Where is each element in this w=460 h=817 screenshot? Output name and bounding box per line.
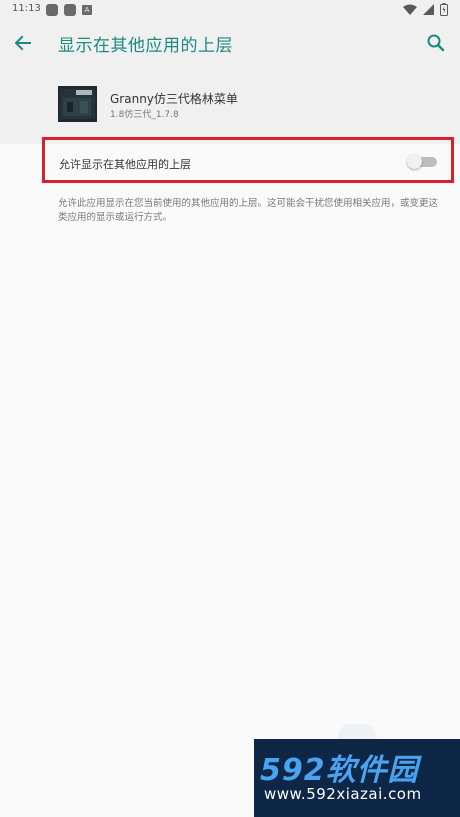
- description-text: 允许此应用显示在您当前使用的其他应用的上层。这可能会干扰您使用相关应用，或变更这…: [58, 198, 439, 223]
- notification-app-icon: [46, 4, 58, 16]
- battery-icon: [440, 3, 448, 16]
- allow-overlay-toggle-row[interactable]: 允许显示在其他应用的上层: [42, 137, 454, 183]
- switch-thumb: [407, 154, 422, 169]
- notification-app-icon: [64, 4, 76, 16]
- screen: 11:13 A 显示在其他应用的上层 Granny仿三代格林菜单 1.8仿三代_…: [0, 0, 460, 817]
- system-icons: [403, 3, 448, 16]
- wifi-icon: [403, 4, 417, 15]
- app-icon: [58, 86, 97, 122]
- status-bar: 11:13 A: [0, 0, 460, 20]
- header-block: 显示在其他应用的上层 Granny仿三代格林菜单 1.8仿三代_1.7.8: [0, 20, 460, 144]
- app-thumbnail-image: [58, 86, 97, 122]
- notification-icons: A: [46, 4, 92, 16]
- app-version: 1.8仿三代_1.7.8: [110, 110, 179, 120]
- watermark-logo: 592软件园: [260, 753, 419, 788]
- notification-a-icon: A: [82, 5, 92, 15]
- allow-overlay-switch[interactable]: [407, 154, 437, 169]
- back-button[interactable]: [10, 30, 36, 56]
- toggle-label: 允许显示在其他应用的上层: [59, 158, 191, 171]
- status-time: 11:13: [12, 3, 41, 14]
- signal-icon: [423, 4, 434, 15]
- watermark-banner: 592软件园 www.592xiazai.com: [254, 739, 460, 817]
- page-title: 显示在其他应用的上层: [58, 36, 233, 56]
- app-name: Granny仿三代格林菜单: [110, 92, 238, 106]
- watermark-url: www.592xiazai.com: [264, 785, 422, 803]
- search-button[interactable]: [424, 31, 448, 55]
